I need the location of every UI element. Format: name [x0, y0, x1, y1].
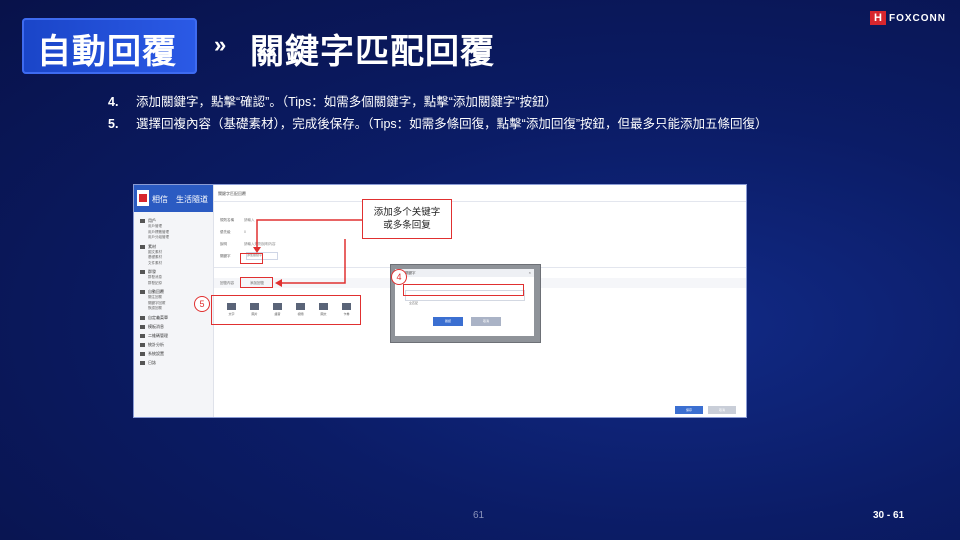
callout-line-2: 或多条回复: [383, 220, 431, 231]
annotation-arrows: [253, 219, 362, 287]
annotation-callout: 添加多个关键字 或多条回复: [362, 199, 452, 239]
callout-line-1: 添加多个关键字: [373, 207, 441, 218]
page-number: 61: [473, 510, 485, 521]
page-range: 30 - 61: [873, 510, 905, 521]
arrowhead-add-reply: [275, 279, 282, 287]
arrow-to-keyword: [256, 219, 362, 250]
step-marker-5: 5: [194, 296, 210, 312]
arrowhead-keyword: [253, 247, 261, 253]
arrow-to-add-reply: [282, 239, 346, 284]
step-marker-4: 4: [391, 269, 407, 285]
